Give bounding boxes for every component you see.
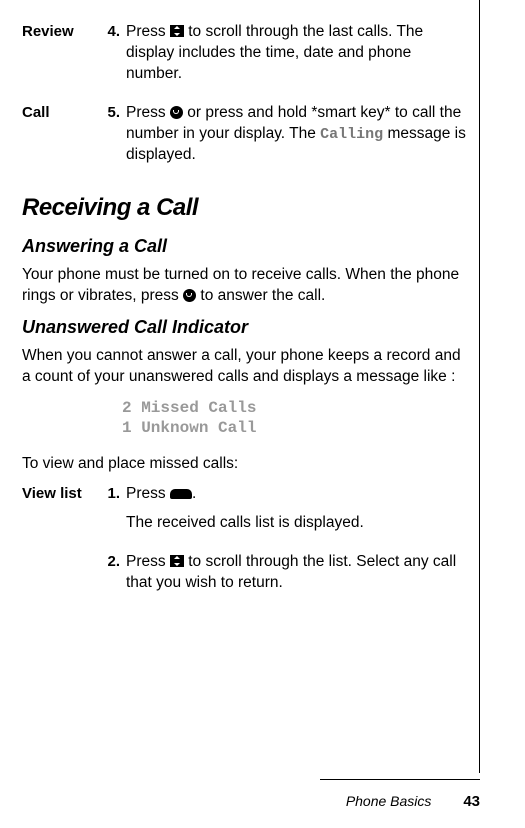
step-label: View list bbox=[22, 484, 100, 534]
step-body: Press to scroll through the last calls. … bbox=[126, 22, 467, 85]
scroll-key-icon bbox=[170, 25, 184, 37]
text: to answer the call. bbox=[196, 287, 325, 304]
subsection-heading-answering: Answering a Call bbox=[22, 236, 467, 257]
step-body: Press to scroll through the list. Select… bbox=[126, 552, 467, 594]
subsection-heading-unanswered: Unanswered Call Indicator bbox=[22, 317, 467, 338]
text: Press bbox=[126, 104, 170, 121]
manual-page: Review 4. Press to scroll through the la… bbox=[0, 0, 525, 828]
step-body: Press or press and hold *smart key* to c… bbox=[126, 103, 467, 166]
step-sub-text: The received calls list is displayed. bbox=[126, 513, 467, 534]
step-number: 1. bbox=[100, 484, 126, 534]
step-label: Call bbox=[22, 103, 100, 166]
step-review: Review 4. Press to scroll through the la… bbox=[22, 22, 467, 85]
step-scroll-list: 2. Press to scroll through the list. Sel… bbox=[22, 552, 467, 594]
step-view-list: View list 1. Press . The received calls … bbox=[22, 484, 467, 534]
menu-key-icon bbox=[170, 489, 192, 499]
page-right-rule bbox=[479, 0, 480, 773]
footer-section-name: Phone Basics bbox=[346, 793, 432, 809]
text: Press bbox=[126, 485, 170, 502]
step-body: Press . The received calls list is displ… bbox=[126, 484, 467, 534]
missed-line: 2 Missed Calls bbox=[122, 398, 467, 418]
display-message: Calling bbox=[320, 126, 383, 143]
call-key-icon bbox=[170, 106, 183, 119]
scroll-key-icon bbox=[170, 555, 184, 567]
step-number: 4. bbox=[100, 22, 126, 85]
text: . bbox=[192, 485, 196, 502]
text: Press bbox=[126, 553, 170, 570]
page-footer: Phone Basics 43 bbox=[346, 793, 480, 810]
step-call: Call 5. Press or press and hold *smart k… bbox=[22, 103, 467, 166]
step-label bbox=[22, 552, 100, 594]
unanswered-paragraph: When you cannot answer a call, your phon… bbox=[22, 346, 467, 388]
call-key-icon bbox=[183, 289, 196, 302]
text: Press bbox=[126, 23, 170, 40]
step-number: 5. bbox=[100, 103, 126, 166]
answering-paragraph: Your phone must be turned on to receive … bbox=[22, 265, 467, 307]
section-heading-receiving-call: Receiving a Call bbox=[22, 194, 467, 222]
step-label: Review bbox=[22, 22, 100, 85]
footer-rule bbox=[320, 779, 480, 780]
page-number: 43 bbox=[463, 793, 480, 810]
missed-calls-display: 2 Missed Calls 1 Unknown Call bbox=[122, 398, 467, 438]
missed-line: 1 Unknown Call bbox=[122, 418, 467, 438]
view-missed-intro: To view and place missed calls: bbox=[22, 454, 467, 475]
step-number: 2. bbox=[100, 552, 126, 594]
